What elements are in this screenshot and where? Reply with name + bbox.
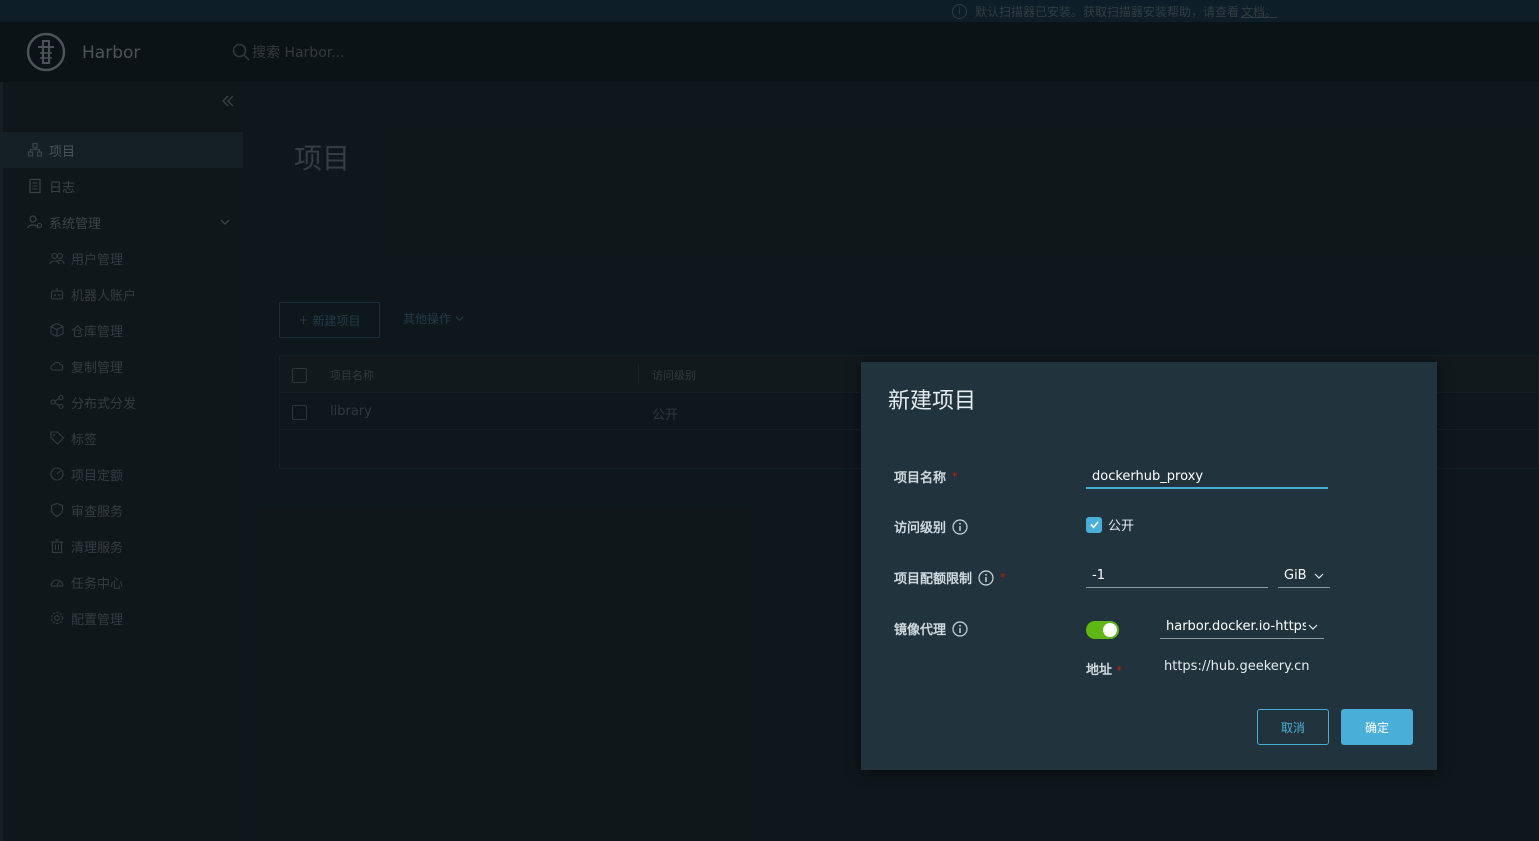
endpoint-label: 地址 * <box>1086 659 1122 678</box>
access-level-label-text: 访问级别 <box>894 521 947 536</box>
project-name-label-text: 项目名称 <box>894 471 947 486</box>
access-public-label: 公开 <box>1108 519 1135 534</box>
toggle-knob <box>1103 623 1117 637</box>
app-root: i 默认扫描器已安装。获取扫描器安装帮助，请查看 文档。 Harbor 搜索 H… <box>0 0 1539 841</box>
quota-unit-value: GiB <box>1284 568 1307 583</box>
ok-button[interactable]: 确定 <box>1341 709 1413 745</box>
modal-title: 新建项目 <box>888 389 977 414</box>
endpoint-value: https://hub.geekery.cn <box>1164 659 1310 674</box>
quota-input[interactable] <box>1086 564 1268 588</box>
proxy-registry-select[interactable]: harbor.docker.io-https://hub.geekery.cn <box>1160 615 1324 639</box>
proxy-registry-value: harbor.docker.io-https://hub.geekery.cn <box>1166 619 1306 634</box>
quota-label: 项目配额限制 * <box>894 568 1006 587</box>
chevron-down-icon <box>1308 624 1318 630</box>
cancel-button[interactable]: 取消 <box>1257 709 1329 745</box>
quota-label-text: 项目配额限制 <box>894 572 973 587</box>
info-icon[interactable] <box>978 569 994 586</box>
proxy-cache-label: 镜像代理 <box>894 619 968 638</box>
project-name-label: 项目名称 * <box>894 467 958 486</box>
required-mark: * <box>1116 664 1123 677</box>
access-public-checkbox[interactable]: 公开 <box>1086 515 1134 534</box>
required-mark: * <box>1000 571 1006 584</box>
proxy-cache-label-text: 镜像代理 <box>894 623 947 638</box>
new-project-modal: 新建项目 项目名称 * 访问级别 公开 项目配额限制 <box>861 362 1437 770</box>
endpoint-label-text: 地址 <box>1086 663 1113 678</box>
checkbox-checked-icon[interactable] <box>1086 516 1102 533</box>
proxy-cache-toggle[interactable] <box>1086 621 1119 639</box>
quota-unit-select[interactable]: GiB <box>1278 564 1330 588</box>
info-icon[interactable] <box>952 518 968 535</box>
access-level-label: 访问级别 <box>894 517 968 536</box>
info-icon[interactable] <box>952 620 968 637</box>
project-name-input[interactable] <box>1086 465 1328 489</box>
chevron-down-icon <box>1314 573 1324 579</box>
required-mark: * <box>952 470 958 483</box>
